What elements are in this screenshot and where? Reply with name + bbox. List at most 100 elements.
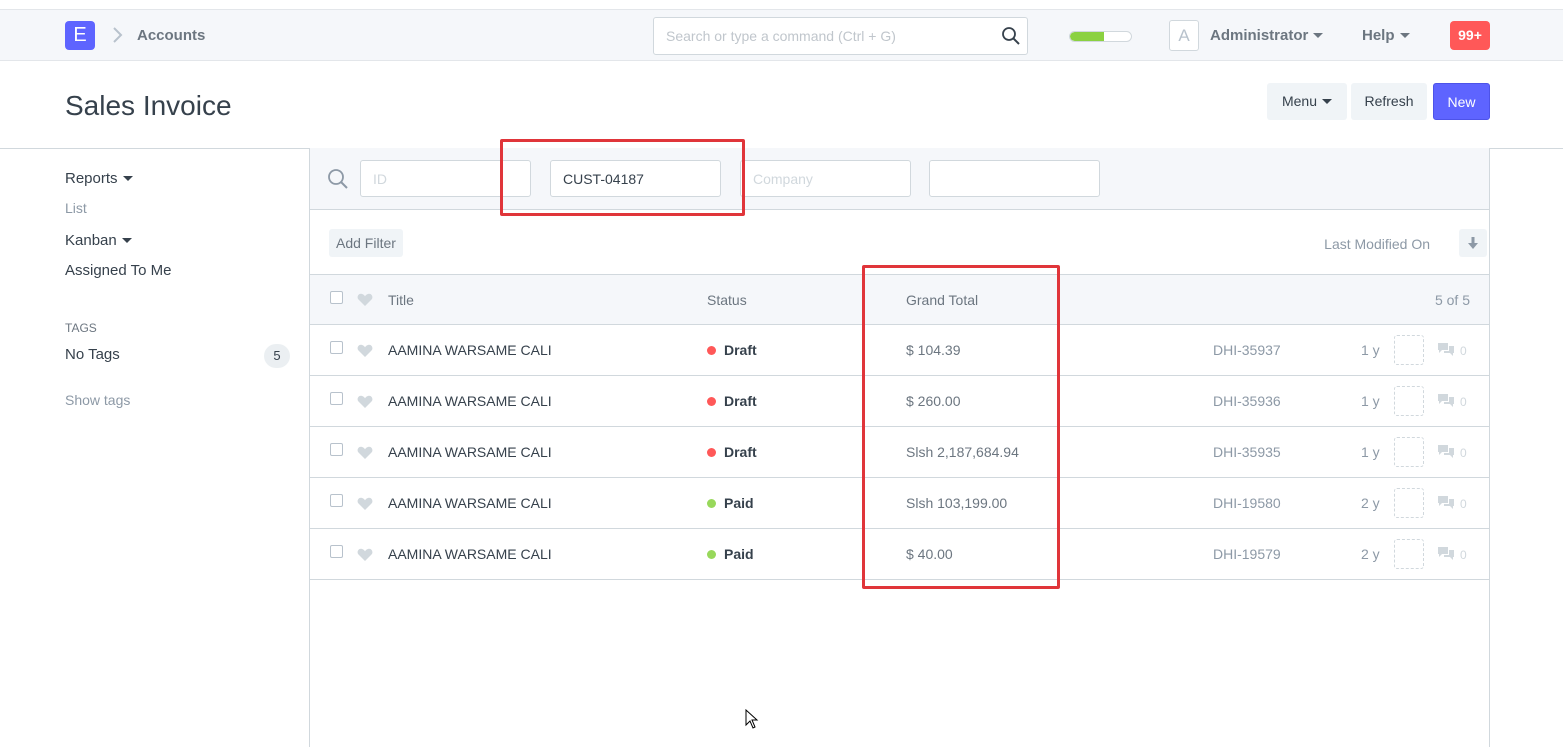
row-checkbox[interactable] (330, 545, 343, 558)
sort-selector[interactable]: Last Modified On (1324, 236, 1430, 252)
navbar: E Accounts A Administrator Help 99+ (0, 9, 1563, 61)
comment-count: 0 (1460, 497, 1467, 511)
heart-icon[interactable] (357, 497, 373, 511)
comment-icon (1438, 394, 1454, 407)
row-title-link[interactable]: AAMINA WARSAME CALI (388, 444, 552, 460)
sidebar-item-label: Kanban (65, 232, 117, 249)
comment-count: 0 (1460, 548, 1467, 562)
sidebar-item-kanban[interactable]: Kanban (65, 232, 132, 249)
status-dot-icon (707, 345, 716, 355)
document-id: DHI-19580 (1213, 495, 1281, 511)
help-menu[interactable]: Help (1362, 27, 1410, 44)
assign-avatar-placeholder[interactable] (1394, 386, 1424, 416)
modified-age: 2 y (1361, 495, 1380, 511)
arrow-down-icon (1468, 237, 1478, 249)
search-icon[interactable] (1001, 26, 1021, 46)
assign-avatar-placeholder[interactable] (1394, 335, 1424, 365)
select-all-checkbox[interactable] (330, 291, 343, 304)
document-id: DHI-19579 (1213, 546, 1281, 562)
status-badge[interactable]: Draft (707, 393, 757, 409)
id-filter-input[interactable] (360, 160, 531, 197)
status-badge[interactable]: Paid (707, 546, 754, 562)
row-title-link[interactable]: AAMINA WARSAME CALI (388, 393, 552, 409)
sidebar-item-reports[interactable]: Reports (65, 170, 133, 187)
breadcrumb-accounts[interactable]: Accounts (137, 27, 205, 44)
grand-total-value: $ 104.39 (906, 342, 961, 358)
column-header-status: Status (707, 292, 747, 308)
assign-avatar-placeholder[interactable] (1394, 437, 1424, 467)
row-title-link[interactable]: AAMINA WARSAME CALI (388, 546, 552, 562)
table-row[interactable]: AAMINA WARSAME CALI Draft $ 104.39 DHI-3593… (310, 325, 1489, 376)
mouse-cursor-icon (745, 709, 759, 729)
page-title: Sales Invoice (65, 90, 232, 121)
add-filter-button[interactable]: Add Filter (329, 229, 403, 257)
status-dot-icon (707, 498, 716, 508)
document-id: DHI-35935 (1213, 444, 1281, 460)
caret-down-icon (1399, 32, 1410, 38)
refresh-button[interactable]: Refresh (1351, 83, 1427, 120)
show-tags-link[interactable]: Show tags (65, 392, 130, 408)
sidebar-item-no-tags[interactable]: No Tags (65, 346, 120, 363)
new-button[interactable]: New (1433, 83, 1490, 120)
status-label: Paid (724, 546, 754, 562)
status-badge[interactable]: Draft (707, 444, 757, 460)
grand-total-value: $ 40.00 (906, 546, 953, 562)
customer-filter-input[interactable] (550, 160, 721, 197)
status-dot-icon (707, 549, 716, 559)
assign-avatar-placeholder[interactable] (1394, 539, 1424, 569)
heart-icon[interactable] (357, 395, 373, 409)
list-toolbar: Add Filter Last Modified On (310, 210, 1489, 275)
app-logo[interactable]: E (65, 21, 95, 50)
sort-order-button[interactable] (1459, 229, 1487, 257)
heart-icon[interactable] (357, 344, 373, 358)
sidebar-item-list[interactable]: List (65, 200, 87, 216)
record-count: 5 of 5 (1434, 292, 1470, 308)
avatar[interactable]: A (1169, 20, 1199, 51)
notifications-badge[interactable]: 99+ (1450, 21, 1490, 50)
company-filter-input[interactable] (740, 160, 911, 197)
heart-icon[interactable] (357, 446, 373, 460)
assign-avatar-placeholder[interactable] (1394, 488, 1424, 518)
grand-total-value: Slsh 103,199.00 (906, 495, 1008, 511)
progress-fill (1070, 32, 1104, 41)
status-label: Draft (724, 342, 757, 358)
grand-total-value: Slsh 2,187,684.94 (906, 444, 1019, 460)
row-checkbox[interactable] (330, 494, 343, 507)
user-name: Administrator (1210, 27, 1309, 44)
heart-icon[interactable] (357, 548, 373, 562)
table-row[interactable]: AAMINA WARSAME CALI Paid Slsh 103,199.00 DH… (310, 478, 1489, 529)
row-checkbox[interactable] (330, 392, 343, 405)
table-row[interactable]: AAMINA WARSAME CALI Draft $ 260.00 DHI-3593… (310, 376, 1489, 427)
comment-count: 0 (1460, 446, 1467, 460)
heart-icon[interactable] (357, 293, 373, 307)
status-label: Paid (724, 495, 754, 511)
extra-filter-input[interactable] (929, 160, 1100, 197)
grand-total-value: $ 260.00 (906, 393, 961, 409)
list-panel: Add Filter Last Modified On Title Status… (309, 148, 1490, 747)
menu-button[interactable]: Menu (1267, 83, 1347, 120)
status-dot-icon (707, 396, 716, 406)
sidebar-item-assigned-to-me[interactable]: Assigned To Me (65, 262, 171, 279)
table-row[interactable]: AAMINA WARSAME CALI Paid $ 40.00 DHI-19579 2… (310, 529, 1489, 580)
user-menu[interactable]: Administrator (1210, 27, 1324, 44)
comment-icon (1438, 547, 1454, 560)
search-input[interactable] (654, 18, 984, 54)
row-title-link[interactable]: AAMINA WARSAME CALI (388, 342, 552, 358)
progress-bar (1069, 31, 1132, 42)
status-label: Draft (724, 444, 757, 460)
document-id: DHI-35936 (1213, 393, 1281, 409)
status-badge[interactable]: Draft (707, 342, 757, 358)
comment-icon (1438, 343, 1454, 356)
row-title-link[interactable]: AAMINA WARSAME CALI (388, 495, 552, 511)
status-label: Draft (724, 393, 757, 409)
row-checkbox[interactable] (330, 443, 343, 456)
row-checkbox[interactable] (330, 341, 343, 354)
standard-filters (310, 148, 1489, 210)
caret-down-icon (1313, 32, 1324, 38)
caret-down-icon (1322, 98, 1333, 104)
status-badge[interactable]: Paid (707, 495, 754, 511)
tag-count-badge: 5 (264, 344, 290, 368)
column-header-title: Title (388, 292, 414, 308)
document-id: DHI-35937 (1213, 342, 1281, 358)
table-row[interactable]: AAMINA WARSAME CALI Draft Slsh 2,187,684.9… (310, 427, 1489, 478)
